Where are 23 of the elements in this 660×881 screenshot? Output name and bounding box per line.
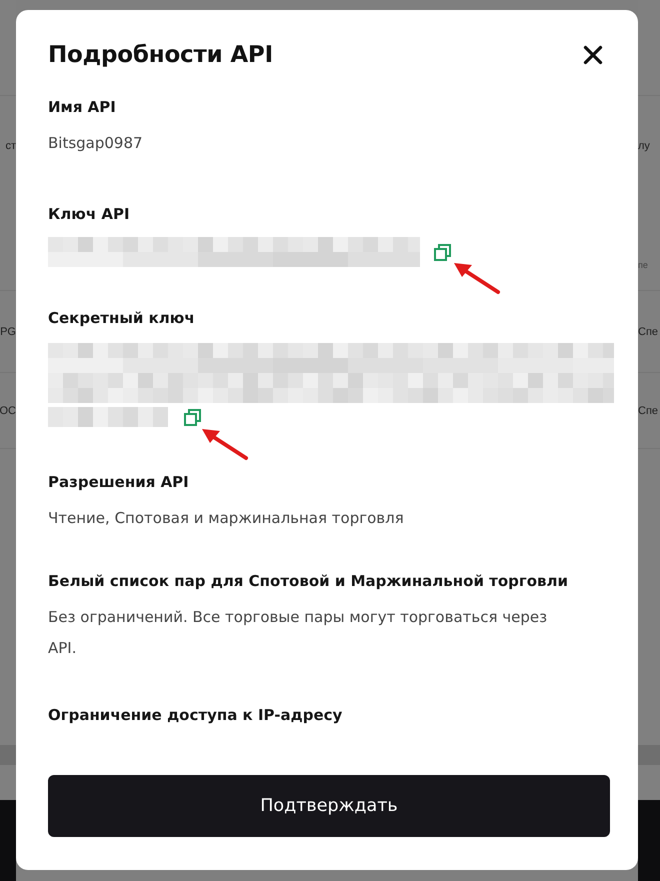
dialog-title: Подробности API [48, 42, 273, 68]
background-text: OC [0, 404, 16, 416]
detail-label: Имя API [48, 97, 117, 118]
copy-icon [184, 408, 201, 426]
background-text: Спе [638, 326, 658, 338]
background-text: лу [638, 140, 650, 152]
copy-icon [434, 244, 451, 260]
background-text: Спе [638, 404, 658, 416]
background-text: пе [638, 260, 648, 270]
detail-value: Без ограничений. Все торговые пары могут торговаться через API. [48, 607, 548, 659]
copy-button[interactable] [184, 408, 201, 426]
detail-value: Bitsgap0987 [48, 133, 144, 154]
detail-label: Белый список пар для Спотовой и Маржинальной торговли [48, 571, 570, 592]
background-text: ст [5, 140, 16, 152]
detail-label: Ограничение доступа к IP-адресу [48, 705, 344, 726]
detail-label: Секретный ключ [48, 308, 196, 329]
copy-button[interactable] [434, 244, 451, 260]
detail-value: Чтение, Спотовая и маржинальная торговля [48, 508, 405, 529]
confirm-button[interactable]: Подтверждать [48, 775, 610, 837]
detail-label: Разрешения API [48, 472, 190, 493]
detail-label: Ключ API [48, 204, 131, 225]
background-text: PG [0, 326, 16, 338]
background-scrollbar [638, 745, 660, 765]
